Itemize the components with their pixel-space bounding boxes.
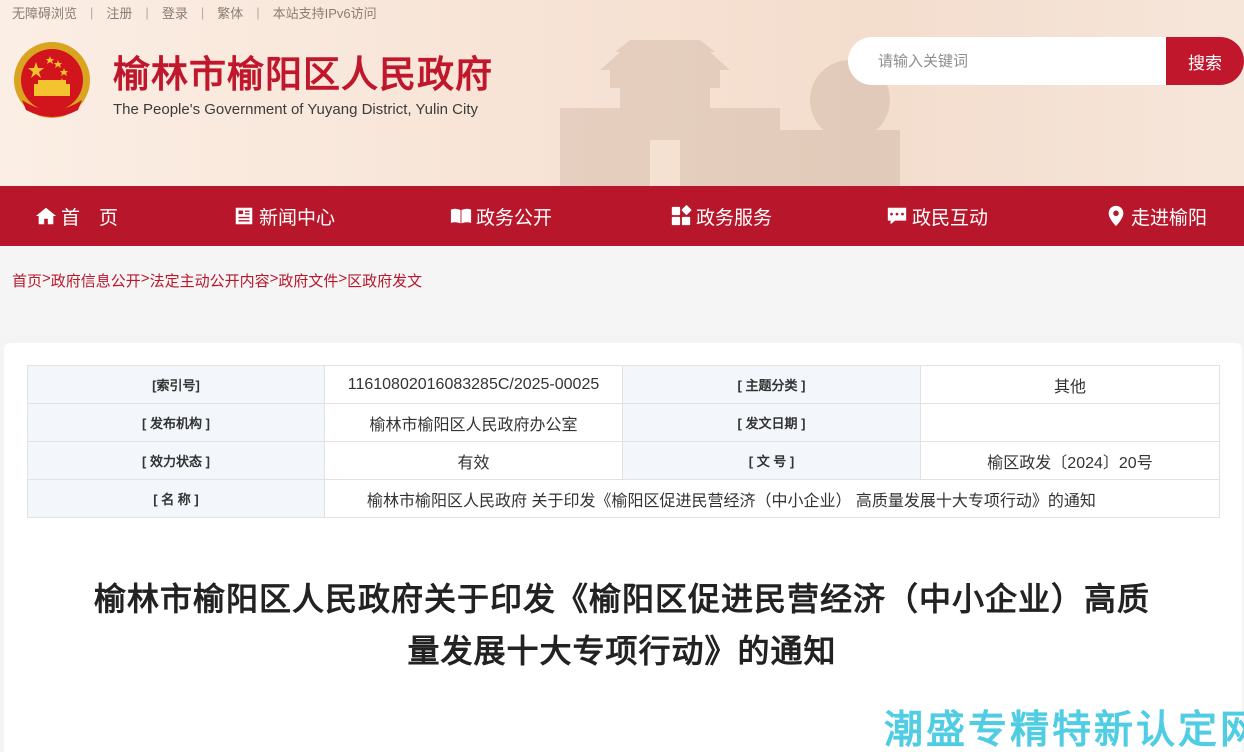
watermark: 潮盛专精特新认定网 bbox=[884, 709, 1244, 752]
topic-value: 其他 bbox=[920, 365, 1220, 404]
index-label: [索引号] bbox=[27, 365, 325, 404]
search-button[interactable]: 搜索 bbox=[1166, 37, 1244, 85]
register-link[interactable]: 注册 bbox=[93, 3, 145, 22]
news-icon bbox=[235, 207, 253, 225]
site-subtitle: The People's Government of Yuyang Distri… bbox=[113, 101, 478, 118]
search-box: 搜索 bbox=[848, 37, 1244, 85]
breadcrumb-separator: > bbox=[338, 270, 348, 287]
document-title-line: 量发展十大专项行动》的通知 bbox=[407, 633, 837, 669]
docno-value: 榆区政发〔2024〕20号 bbox=[920, 441, 1220, 480]
nav-label: 新闻中心 bbox=[259, 207, 336, 229]
top-links-bar: 无障碍浏览 | 注册 | 登录 | 繁体 | 本站支持IPv6访问 bbox=[12, 2, 390, 22]
nav-item-interaction[interactable]: 政民互动 bbox=[886, 186, 988, 246]
nav-label: 政务公开 bbox=[476, 207, 553, 229]
nav-item-gov-affairs[interactable]: 政务公开 bbox=[450, 186, 552, 246]
breadcrumb-separator: > bbox=[269, 270, 279, 287]
nav-label: 首 页 bbox=[61, 207, 119, 229]
breadcrumb-link-gov-documents[interactable]: 政府文件 bbox=[278, 270, 338, 291]
traditional-chinese-link[interactable]: 繁体 bbox=[204, 3, 256, 22]
document-title-line: 榆林市榆阳区人民政府关于印发《榆阳区促进民营经济（中小企业）高质 bbox=[93, 581, 1150, 617]
name-label: [ 名 称 ] bbox=[27, 479, 325, 518]
site-header: 无障碍浏览 | 注册 | 登录 | 繁体 | 本站支持IPv6访问 榆林市榆阳区… bbox=[0, 0, 1244, 186]
name-value: 榆林市榆阳区人民政府 关于印发《榆阳区促进民营经济（中小企业） 高质量发展十大专… bbox=[324, 479, 1220, 518]
login-link[interactable]: 登录 bbox=[149, 3, 201, 22]
national-emblem-logo[interactable] bbox=[12, 40, 92, 120]
breadcrumb: 首页 > 政府信息公开 > 法定主动公开内容 > 政府文件 > 区政府发文 bbox=[12, 270, 422, 291]
ipv6-notice: 本站支持IPv6访问 bbox=[272, 5, 377, 21]
document-metadata-table: [索引号] 11610802016083285C/2025-00025 [ 主题… bbox=[27, 365, 1220, 518]
docno-label: [ 文 号 ] bbox=[622, 441, 921, 480]
topic-label: [ 主题分类 ] bbox=[622, 365, 921, 404]
table-row: [索引号] 11610802016083285C/2025-00025 [ 主题… bbox=[27, 365, 1220, 404]
book-icon bbox=[450, 208, 472, 224]
date-label: [ 发文日期 ] bbox=[622, 403, 921, 442]
nav-item-news[interactable]: 新闻中心 bbox=[233, 186, 335, 246]
breadcrumb-link-info-disclosure[interactable]: 政府信息公开 bbox=[51, 270, 141, 291]
table-row: [ 发布机构 ] 榆林市榆阳区人民政府办公室 [ 发文日期 ] bbox=[27, 403, 1220, 442]
breadcrumb-separator: > bbox=[140, 270, 150, 287]
search-input[interactable] bbox=[848, 37, 1178, 85]
home-icon bbox=[35, 207, 57, 225]
nav-label: 政务服务 bbox=[696, 207, 773, 229]
breadcrumb-link-home[interactable]: 首页 bbox=[12, 270, 42, 291]
nav-item-home[interactable]: 首 页 bbox=[35, 186, 118, 246]
grid-icon bbox=[671, 205, 692, 226]
breadcrumb-link-statutory[interactable]: 法定主动公开内容 bbox=[150, 270, 270, 291]
breadcrumb-link-district-documents[interactable]: 区政府发文 bbox=[347, 270, 422, 291]
index-value: 11610802016083285C/2025-00025 bbox=[324, 365, 623, 404]
breadcrumb-separator: > bbox=[42, 270, 51, 287]
nav-item-services[interactable]: 政务服务 bbox=[670, 186, 772, 246]
status-value: 有效 bbox=[324, 441, 623, 480]
publisher-label: [ 发布机构 ] bbox=[27, 403, 325, 442]
nav-label: 走进榆阳 bbox=[1131, 207, 1208, 229]
site-title[interactable]: 榆林市榆阳区人民政府 bbox=[113, 52, 493, 98]
chat-icon bbox=[887, 207, 907, 225]
publisher-value: 榆林市榆阳区人民政府办公室 bbox=[324, 403, 623, 442]
location-pin-icon bbox=[1108, 205, 1124, 227]
main-nav: 首 页 新闻中心 政务公开 政务服务 政民互动 走进榆阳 bbox=[0, 186, 1244, 246]
table-row: [ 名 称 ] 榆林市榆阳区人民政府 关于印发《榆阳区促进民营经济（中小企业） … bbox=[27, 479, 1220, 518]
accessibility-link[interactable]: 无障碍浏览 bbox=[12, 3, 90, 22]
table-row: [ 效力状态 ] 有效 [ 文 号 ] 榆区政发〔2024〕20号 bbox=[27, 441, 1220, 480]
date-value bbox=[920, 403, 1220, 442]
nav-item-about-yuyang[interactable]: 走进榆阳 bbox=[1105, 186, 1207, 246]
status-label: [ 效力状态 ] bbox=[27, 441, 325, 480]
document-title: 榆林市榆阳区人民政府关于印发《榆阳区促进民营经济（中小企业）高质 量发展十大专项… bbox=[60, 573, 1184, 677]
nav-label: 政民互动 bbox=[912, 207, 989, 229]
